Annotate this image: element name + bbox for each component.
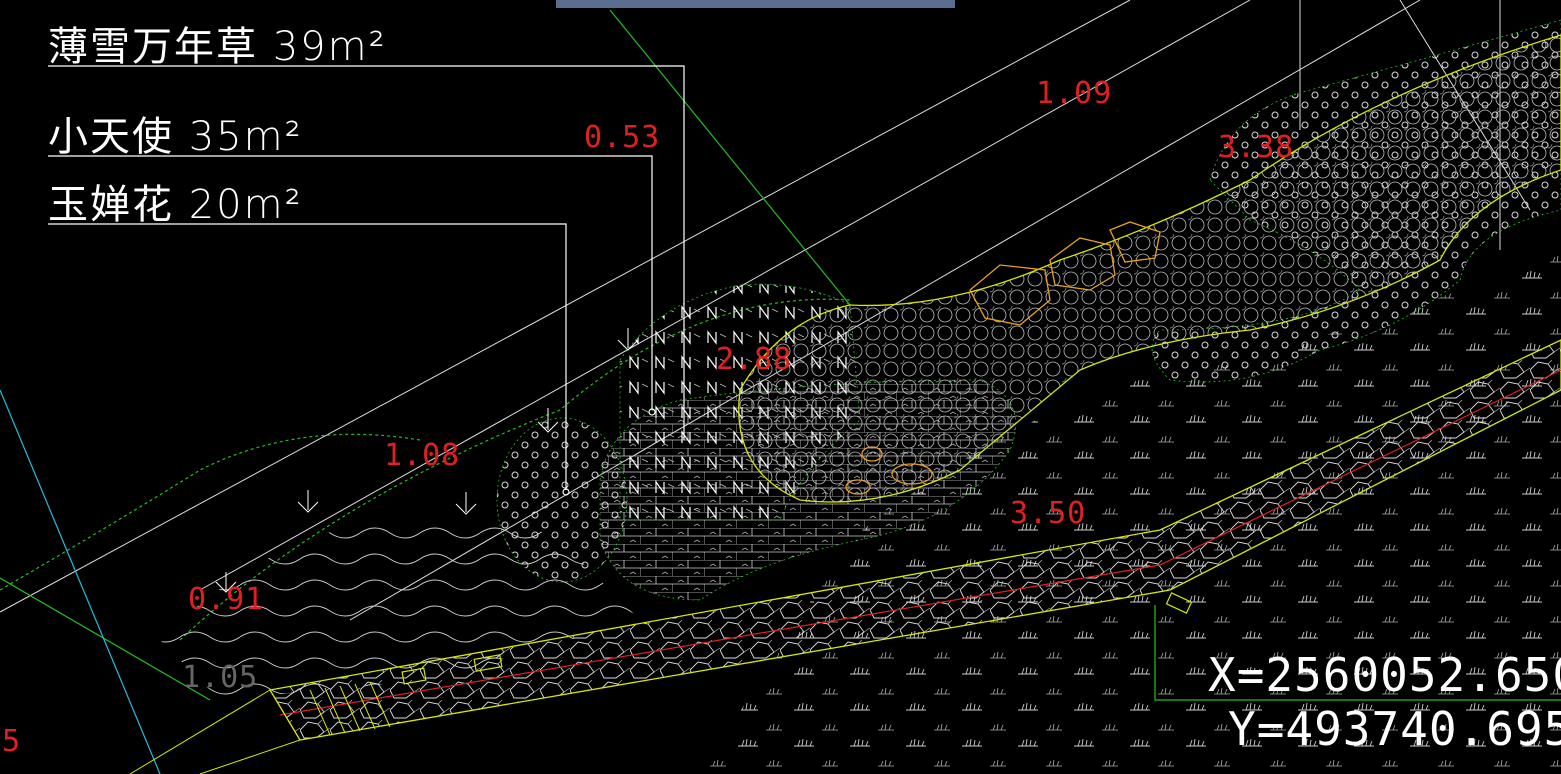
coordinate-y: Y=493740.695 [1228, 702, 1561, 756]
elevation-label: 0.91 [188, 582, 265, 617]
elevation-label: 1.08 [384, 438, 461, 473]
plant-label-cuphea: 小天使 35m² [48, 114, 303, 160]
elevation-label: 3.38 [1218, 130, 1295, 165]
elevation-label: 2.88 [716, 342, 793, 377]
plant-label-sedum: 薄雪万年草 39m² [48, 24, 387, 70]
dot-hatch-area-left [496, 417, 628, 583]
elevation-label: 1.05 [182, 660, 259, 695]
coordinate-x: X=2560052.650 [1208, 648, 1561, 702]
elevation-label: 0.53 [584, 120, 661, 155]
guide-line-cyan [0, 389, 161, 774]
plant-label-zephyranthes: 玉婵花 20m² [48, 182, 303, 228]
elevation-label: 3.50 [1010, 496, 1087, 531]
elevation-label: 1.09 [1036, 76, 1113, 111]
elevation-label: 5 [2, 724, 22, 759]
